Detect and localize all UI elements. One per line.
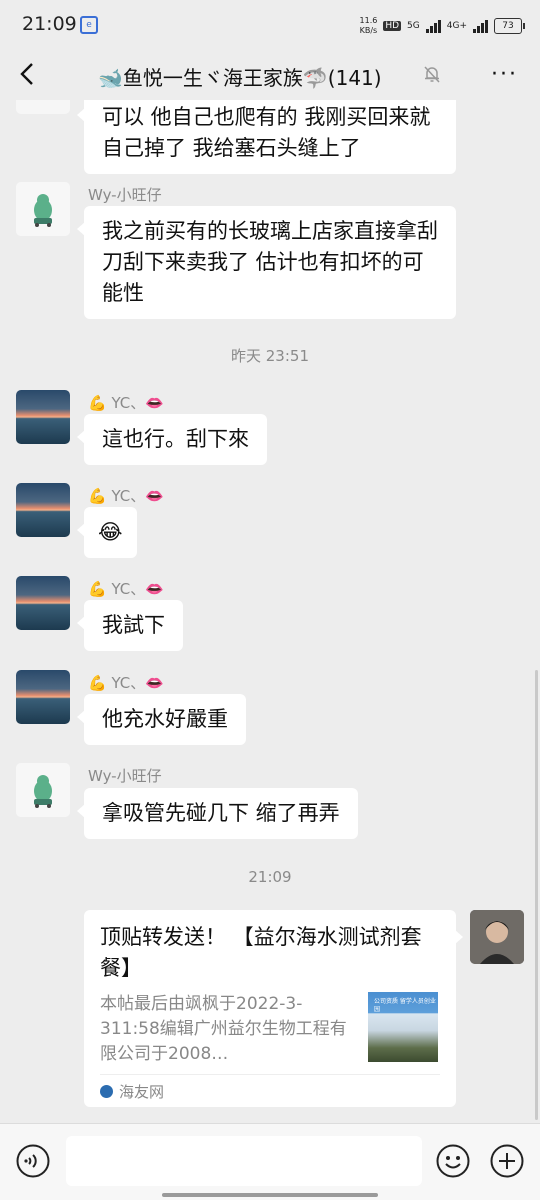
more-options-button[interactable]: ··· — [491, 62, 518, 87]
avatar[interactable] — [16, 576, 70, 630]
message-bubble[interactable]: 可以 他自己也爬有的 我刚买回来就自己掉了 我给塞石头缝上了 — [77, 100, 456, 174]
link-title: 顶贴转发送！ 【益尔海水测试剂套餐】 — [100, 925, 422, 980]
signal-icon — [425, 19, 441, 33]
message-bubble[interactable]: 我試下 — [77, 600, 183, 651]
dinosaur-avatar-icon — [16, 182, 70, 236]
network-speed-unit: KB/s — [359, 26, 378, 35]
add-more-icon[interactable] — [490, 1144, 524, 1178]
mute-bell-icon — [424, 66, 440, 83]
emoji-icon[interactable] — [436, 1144, 470, 1178]
avatar[interactable] — [16, 763, 70, 817]
sender-name: 💪 YC、👄 — [88, 674, 164, 692]
network-5g-label: 5G — [407, 20, 420, 31]
avatar[interactable] — [16, 390, 70, 444]
chat-header: 🐋鱼悦一生ヾ海王家族🦈(141) ··· — [0, 50, 540, 100]
message-input[interactable] — [66, 1136, 422, 1186]
voice-input-icon[interactable] — [16, 1144, 50, 1178]
avatar[interactable] — [16, 100, 70, 114]
timestamp: 21:09 — [248, 868, 292, 886]
network-speed-value: 11.6 — [359, 16, 378, 25]
link-description: 本帖最后由飒枫于2022-3-311:58编辑广州益尔生物工程有限公司于2008… — [100, 994, 347, 1064]
timestamp: 昨天 23:51 — [231, 347, 309, 365]
sender-name: Wy-小旺仔 — [88, 767, 162, 785]
message-bubble[interactable]: 我之前买有的长玻璃上店家直接拿刮刀刮下来卖我了 估计也有扣坏的可能性 — [77, 206, 456, 319]
person-avatar-icon — [470, 910, 524, 964]
sender-name: 💪 YC、👄 — [88, 487, 164, 505]
network-4g-label: 4G+ — [446, 20, 467, 31]
scrollbar[interactable] — [535, 670, 538, 1120]
dinosaur-avatar-icon — [16, 763, 70, 817]
status-bar: 21:09 e 11.6 KB/s HD 5G 4G+ 73 — [0, 0, 540, 50]
home-indicator[interactable] — [162, 1193, 378, 1197]
status-time: 21:09 — [22, 13, 77, 35]
chat-message-list[interactable]: 可以 他自己也爬有的 我刚买回来就自己掉了 我给塞石头缝上了 Wy-小旺仔 我之… — [0, 100, 540, 1123]
sender-name: Wy-小旺仔 — [88, 186, 162, 204]
link-source: 海友网 — [100, 1081, 164, 1102]
avatar[interactable] — [16, 182, 70, 236]
link-thumbnail-text: 公司资质 留学人员创业园 — [374, 998, 436, 1013]
input-bar — [0, 1123, 540, 1200]
divider — [100, 1074, 440, 1075]
status-indicators: 11.6 KB/s HD 5G 4G+ 73 — [360, 14, 525, 38]
emoji-message-bubble[interactable]: 😂 — [77, 507, 137, 558]
message-bubble[interactable]: 他充水好嚴重 — [77, 694, 246, 745]
signal-icon-2 — [473, 19, 488, 33]
shared-link-card[interactable]: 顶贴转发送！ 【益尔海水测试剂套餐】 本帖最后由飒枫于2022-3-311:58… — [84, 910, 463, 1107]
source-logo-icon — [100, 1085, 113, 1098]
sender-name: 💪 YC、👄 — [88, 580, 164, 598]
link-thumbnail: 公司资质 留学人员创业园 — [368, 992, 438, 1062]
link-source-name: 海友网 — [119, 1083, 165, 1101]
battery-icon: 73 — [494, 18, 525, 34]
avatar[interactable] — [16, 670, 70, 724]
hd-voice-icon: HD — [383, 21, 402, 31]
back-arrow-icon[interactable] — [18, 62, 38, 86]
avatar[interactable] — [16, 483, 70, 537]
my-avatar[interactable] — [470, 910, 524, 964]
chat-title: 🐋鱼悦一生ヾ海王家族🦈(141) — [98, 66, 382, 90]
message-bubble[interactable]: 拿吸管先碰几下 缩了再弄 — [77, 788, 358, 839]
app-notification-icon: e — [80, 16, 98, 34]
message-bubble[interactable]: 這也行。刮下來 — [77, 414, 267, 465]
network-speed: 11.6 KB/s — [360, 16, 378, 36]
sender-name: 💪 YC、👄 — [88, 394, 164, 412]
